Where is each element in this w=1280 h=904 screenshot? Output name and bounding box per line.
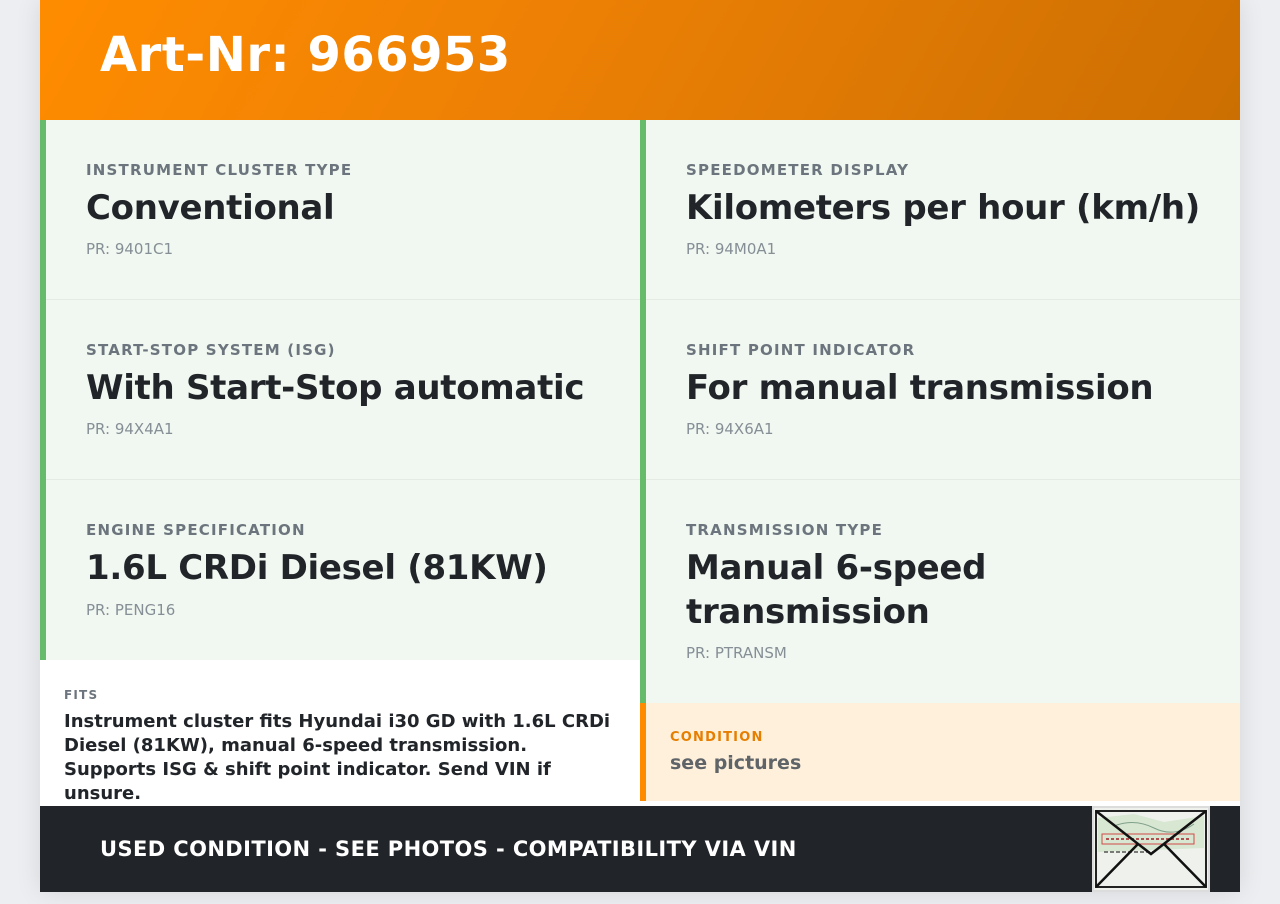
- article-number-title: Art-Nr: 966953: [100, 27, 511, 83]
- spec-label: START-STOP SYSTEM (ISG): [86, 341, 336, 359]
- spec-pr-code: PR: 94M0A1: [686, 240, 777, 258]
- footer-notice: USED CONDITION - SEE PHOTOS - COMPATIBIL…: [100, 837, 797, 861]
- spec-label: ENGINE SPECIFICATION: [86, 521, 306, 539]
- spec-value: Kilometers per hour (km/h): [686, 188, 1200, 228]
- spec-value: With Start-Stop automatic: [86, 368, 585, 408]
- fits-label: FITS: [64, 688, 99, 702]
- spec-card-start-stop-system: START-STOP SYSTEM (ISG) With Start-Stop …: [40, 300, 640, 480]
- spec-pr-code: PR: 94X4A1: [86, 420, 174, 438]
- spec-pr-code: PR: 9401C1: [86, 240, 174, 258]
- spec-label: SPEEDOMETER DISPLAY: [686, 161, 910, 179]
- spec-card-shift-point-indicator: SHIFT POINT INDICATOR For manual transmi…: [640, 300, 1240, 480]
- spec-value: For manual transmission: [686, 368, 1154, 408]
- footer-banner: USED CONDITION - SEE PHOTOS - COMPATIBIL…: [40, 806, 1240, 892]
- envelope-document-icon: [1094, 808, 1208, 890]
- spec-value: Conventional: [86, 188, 335, 228]
- condition-label: CONDITION: [670, 730, 764, 745]
- spec-value: Manual 6-speed transmission: [686, 548, 987, 632]
- spec-card-instrument-cluster-type: INSTRUMENT CLUSTER TYPE Conventional PR:…: [40, 120, 640, 300]
- condition-value: see pictures: [670, 752, 802, 774]
- spec-pr-code: PR: PTRANSM: [686, 644, 787, 662]
- fits-description: Instrument cluster fits Hyundai i30 GD w…: [64, 711, 611, 804]
- spec-card-speedometer-display: SPEEDOMETER DISPLAY Kilometers per hour …: [640, 120, 1240, 300]
- spec-pr-code: PR: PENG16: [86, 601, 176, 619]
- header-banner: Art-Nr: 966953: [40, 0, 1240, 120]
- spec-card-transmission-type: TRANSMISSION TYPE Manual 6-speed transmi…: [640, 480, 1240, 703]
- spec-card-engine-specification: ENGINE SPECIFICATION 1.6L CRDi Diesel (8…: [40, 480, 640, 660]
- row-divider: [46, 479, 640, 480]
- row-divider: [46, 299, 640, 300]
- spec-pr-code: PR: 94X6A1: [686, 420, 774, 438]
- spec-label: INSTRUMENT CLUSTER TYPE: [86, 161, 353, 179]
- spec-label: SHIFT POINT INDICATOR: [686, 341, 916, 359]
- spec-value: 1.6L CRDi Diesel (81KW): [86, 548, 548, 588]
- row-divider: [646, 299, 1240, 300]
- fits-section: FITS Instrument cluster fits Hyundai i30…: [40, 660, 640, 804]
- vehicle-document-thumbnail[interactable]: [1092, 806, 1210, 892]
- spec-label: TRANSMISSION TYPE: [686, 521, 884, 539]
- condition-section: CONDITION see pictures: [640, 703, 1240, 801]
- row-divider: [646, 479, 1240, 480]
- listing-sheet: Art-Nr: 966953 INSTRUMENT CLUSTER TYPE C…: [40, 0, 1240, 892]
